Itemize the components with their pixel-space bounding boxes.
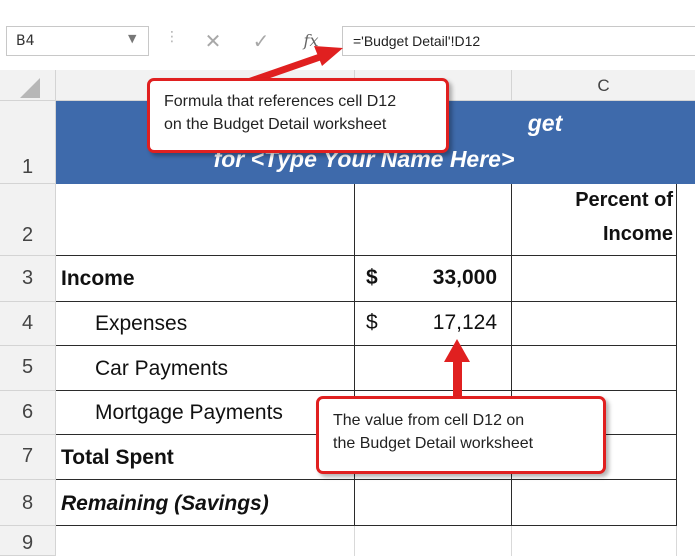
formula-callout-line-1: Formula that references cell D12 [164,93,397,110]
formula-callout: Formula that references cell D12 on the … [147,78,449,153]
formula-callout-line-2: on the Budget Detail worksheet [164,116,387,133]
value-callout: The value from cell D12 on the Budget De… [316,396,606,474]
value-callout-arrow [444,339,470,398]
value-callout-line-1: The value from cell D12 on [333,412,525,429]
value-callout-line-2: the Budget Detail worksheet [333,435,534,452]
formula-callout-arrow [246,46,343,86]
